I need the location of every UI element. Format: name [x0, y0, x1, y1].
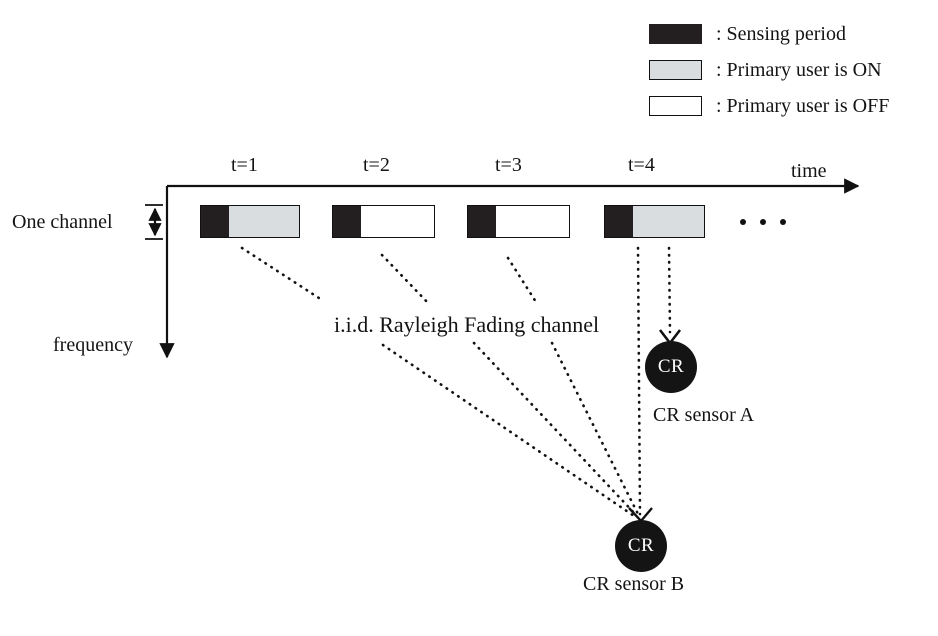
ellipsis-dot-3 — [780, 219, 786, 225]
cognitive-radio-sensing-diagram: : Sensing period : Primary user is ON : … — [0, 0, 938, 636]
time-axis-label: time — [791, 160, 827, 182]
time-tick-t4: t=4 — [628, 154, 655, 176]
fading-channel-note: i.i.d. Rayleigh Fading channel — [334, 312, 600, 337]
frequency-axis-label: frequency — [53, 334, 133, 356]
ellipsis-dot-2 — [760, 219, 766, 225]
time-tick-t3: t=3 — [495, 154, 522, 176]
time-slot-t4 — [604, 205, 705, 238]
time-tick-t1: t=1 — [231, 154, 258, 176]
cr-sensor-a-caption: CR sensor A — [653, 404, 755, 426]
sensing-period-block-t3 — [468, 206, 496, 237]
channel-link-to-sensor-a — [658, 246, 682, 346]
sensing-period-block-t2 — [333, 206, 361, 237]
fading-leader-lines — [240, 246, 538, 307]
cr-sensor-a-node-text: CR — [657, 356, 685, 377]
cr-sensor-b-node-text: CR — [627, 535, 655, 556]
primary-user-state-t2 — [361, 206, 434, 237]
one-channel-label: One channel — [12, 211, 113, 233]
sensing-period-block-t4 — [605, 206, 633, 237]
cr-sensor-b-caption: CR sensor B — [583, 573, 685, 595]
primary-user-state-t4 — [633, 206, 704, 237]
primary-user-state-t1 — [229, 206, 299, 237]
time-tick-t2: t=2 — [363, 154, 390, 176]
timeline-continuation-dots — [740, 219, 786, 225]
ellipsis-dot-1 — [740, 219, 746, 225]
one-channel-measure-arrow — [145, 204, 163, 240]
channel-links-to-sensor-b — [381, 246, 642, 518]
primary-user-state-t3 — [496, 206, 569, 237]
cr-sensor-a-node: CR — [645, 341, 697, 393]
sensing-period-block-t1 — [201, 206, 229, 237]
time-slot-t3 — [467, 205, 570, 238]
time-slot-t2 — [332, 205, 435, 238]
cr-sensor-b-node: CR — [615, 520, 667, 572]
time-slot-t1 — [200, 205, 300, 238]
